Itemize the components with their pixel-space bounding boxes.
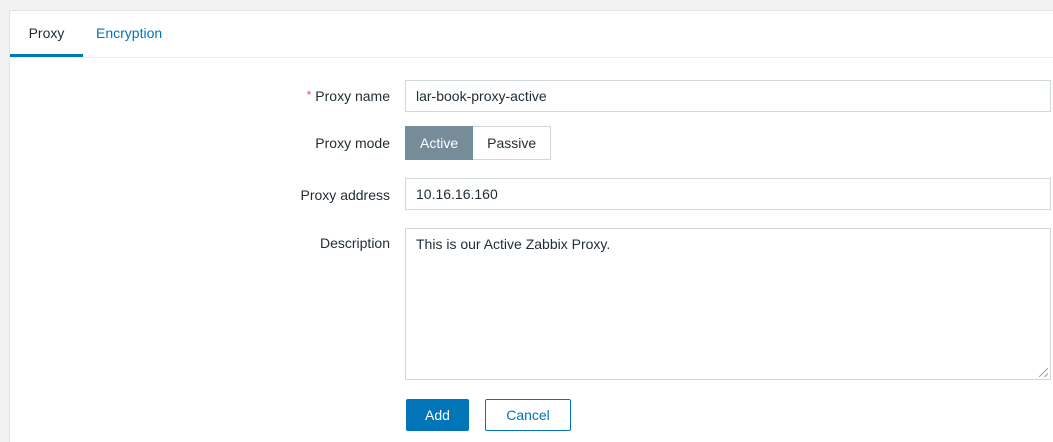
tab-encryption[interactable]: Encryption xyxy=(96,11,162,57)
proxy-address-value: 10.16.16.160 xyxy=(416,186,498,202)
required-indicator: * xyxy=(306,88,312,102)
proxy-mode-passive-button[interactable]: Passive xyxy=(473,126,552,160)
proxy-address-input[interactable]: 10.16.16.160 xyxy=(405,178,1051,210)
proxy-name-label-text: Proxy name xyxy=(315,88,390,104)
form-panel: Proxy Encryption * Proxy name lar-book-pr… xyxy=(9,10,1053,442)
description-textarea[interactable]: This is our Active Zabbix Proxy. xyxy=(405,228,1051,380)
cancel-button[interactable]: Cancel xyxy=(485,399,571,431)
proxy-mode-label: Proxy mode xyxy=(315,135,390,151)
add-button[interactable]: Add xyxy=(406,399,469,431)
proxy-name-value: lar-book-proxy-active xyxy=(416,88,547,104)
description-value: This is our Active Zabbix Proxy. xyxy=(416,236,611,252)
proxy-address-label: Proxy address xyxy=(300,187,390,203)
proxy-mode-active-button[interactable]: Active xyxy=(405,126,474,160)
proxy-mode-toggle: Active Passive xyxy=(405,126,552,160)
proxy-name-input[interactable]: lar-book-proxy-active xyxy=(405,80,1051,112)
proxy-name-label: * Proxy name xyxy=(307,88,390,104)
description-label: Description xyxy=(319,235,390,251)
tab-proxy[interactable]: Proxy xyxy=(10,11,83,57)
tab-bar: Proxy Encryption xyxy=(10,11,1053,58)
resize-handle-icon[interactable] xyxy=(1039,368,1048,377)
